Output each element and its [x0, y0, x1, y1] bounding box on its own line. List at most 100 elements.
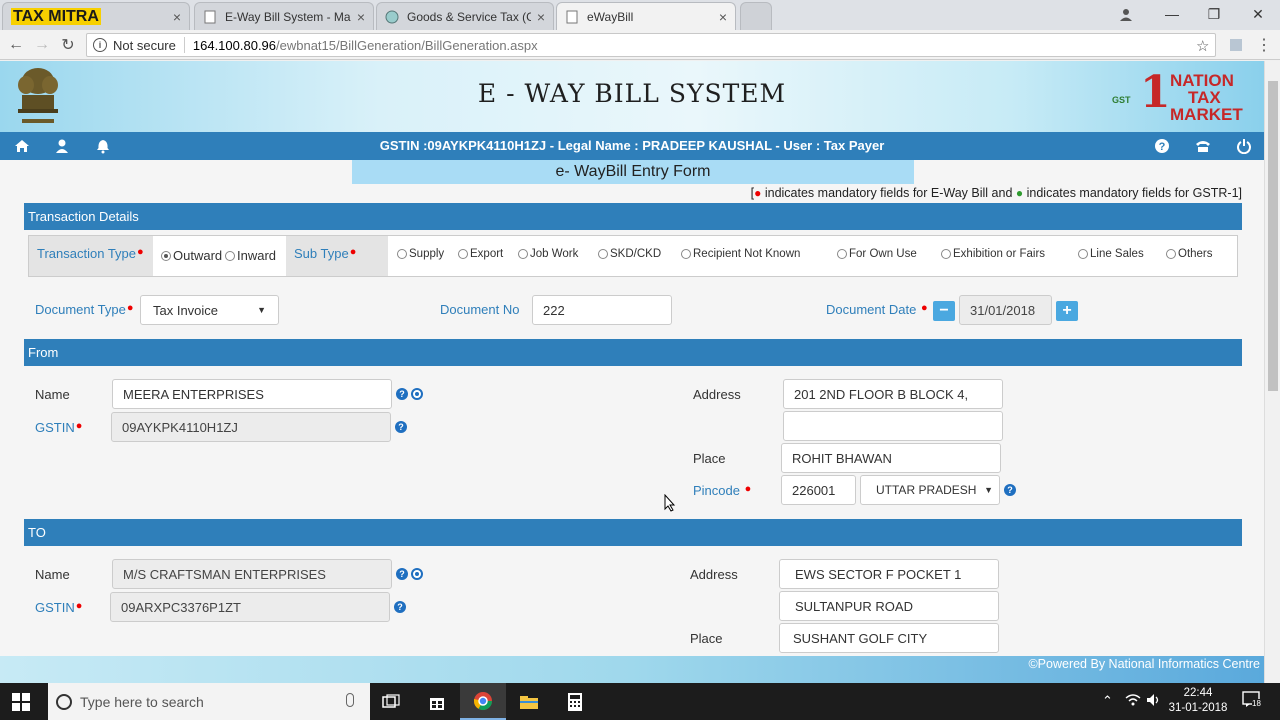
- header-banner: E - WAY BILL SYSTEM 1 GST NATION TAX MAR…: [0, 61, 1264, 132]
- radio-skd-ckd[interactable]: SKD/CKD: [598, 248, 661, 260]
- url-host: 164.100.80.96: [192, 37, 277, 53]
- document-icon: [203, 10, 217, 24]
- page-content: E - WAY BILL SYSTEM 1 GST NATION TAX MAR…: [0, 61, 1264, 656]
- search-party-icon[interactable]: [411, 388, 423, 400]
- from-gstin-label: GSTIN●: [35, 420, 83, 435]
- radio-for-own-use[interactable]: For Own Use: [837, 248, 917, 260]
- clock-time: 22:44: [1183, 687, 1213, 699]
- taskbar-search-input[interactable]: Type here to search: [48, 683, 370, 720]
- phone-icon[interactable]: [1195, 138, 1211, 154]
- tab-tax-mitra[interactable]: TAX MITRA ×: [2, 2, 190, 30]
- radio-job-work[interactable]: Job Work: [518, 248, 578, 260]
- radio-others[interactable]: Others: [1166, 248, 1213, 260]
- from-pincode-input[interactable]: 226001: [781, 475, 856, 505]
- radio-export[interactable]: Export: [458, 248, 503, 260]
- volume-icon[interactable]: [1146, 693, 1162, 710]
- file-explorer-icon[interactable]: [506, 683, 552, 720]
- url-input[interactable]: i Not secure 164.100.80.96/ewbnat15/Bill…: [86, 33, 1216, 57]
- browser-tab-bar: TAX MITRA × E-Way Bill System - Main × G…: [0, 0, 1280, 30]
- tab-gst[interactable]: Goods & Service Tax (GS ×: [376, 2, 554, 30]
- tab-eway-main[interactable]: E-Way Bill System - Main ×: [194, 2, 374, 30]
- to-gstin-input[interactable]: 09ARXPC3376P1ZT: [110, 592, 390, 622]
- sub-type-label: Sub Type●: [286, 236, 388, 276]
- to-name-input[interactable]: M/S CRAFTSMAN ENTERPRISES: [112, 559, 392, 589]
- close-icon[interactable]: ×: [173, 9, 181, 25]
- profile-icon[interactable]: [1104, 0, 1148, 28]
- scrollbar-thumb[interactable]: [1268, 81, 1278, 391]
- back-icon[interactable]: ←: [6, 35, 26, 55]
- from-address-label: Address: [693, 387, 741, 402]
- new-tab-button[interactable]: [740, 2, 772, 30]
- tab-title: Goods & Service Tax (GS: [407, 9, 531, 24]
- section-from: From: [24, 339, 1242, 366]
- forward-icon[interactable]: →: [32, 35, 52, 55]
- chrome-icon[interactable]: [460, 683, 506, 720]
- notification-icon[interactable]: 18: [1242, 691, 1262, 712]
- help-icon[interactable]: ?: [396, 388, 408, 400]
- transaction-type-label: Transaction Type●: [29, 236, 153, 276]
- bookmark-star-icon[interactable]: ☆: [1196, 37, 1209, 55]
- close-icon[interactable]: ×: [537, 9, 545, 25]
- powered-by-text: ©Powered By National Informatics Centre: [1028, 657, 1260, 671]
- date-decrement-button[interactable]: −: [933, 301, 955, 321]
- to-place-label: Place: [690, 631, 723, 646]
- transaction-type-row: Transaction Type● Outward Inward Sub Typ…: [28, 235, 1238, 277]
- wifi-icon[interactable]: [1125, 693, 1141, 710]
- from-name-input[interactable]: MEERA ENTERPRISES: [112, 379, 392, 409]
- footer-bar: ©Powered By National Informatics Centre: [0, 656, 1264, 683]
- document-date-label: Document Date ●: [826, 302, 928, 317]
- close-window-icon[interactable]: ✕: [1236, 0, 1280, 28]
- document-date-input[interactable]: 31/01/2018: [959, 295, 1052, 325]
- from-gstin-input[interactable]: 09AYKPK4110H1ZJ: [111, 412, 391, 442]
- reload-icon[interactable]: ↻: [58, 35, 78, 55]
- to-address-line1-input[interactable]: EWS SECTOR F POCKET 1: [779, 559, 999, 589]
- page-scrollbar[interactable]: [1264, 61, 1280, 683]
- gstin-user-line: GSTIN :09AYKPK4110H1ZJ - Legal Name : PR…: [379, 138, 885, 153]
- document-type-select[interactable]: Tax Invoice ▼: [140, 295, 279, 325]
- from-address-line2-input[interactable]: [783, 411, 1003, 441]
- from-state-select[interactable]: UTTAR PRADESH ▼: [860, 475, 1000, 505]
- microphone-icon[interactable]: [346, 693, 354, 707]
- radio-supply[interactable]: Supply: [397, 248, 444, 260]
- document-no-input[interactable]: 222: [532, 295, 672, 325]
- from-place-input[interactable]: ROHIT BHAWAN: [781, 443, 1001, 473]
- menu-icon[interactable]: ⋮: [1254, 35, 1274, 55]
- user-info-bar: GSTIN :09AYKPK4110H1ZJ - Legal Name : PR…: [0, 132, 1264, 160]
- tab-title: eWayBill: [587, 9, 634, 24]
- from-address-line1-input[interactable]: 201 2ND FLOOR B BLOCK 4,: [783, 379, 1003, 409]
- radio-exhibition-or-fairs[interactable]: Exhibition or Fairs: [941, 248, 1045, 260]
- divider: [183, 37, 185, 53]
- radio-outward[interactable]: Outward: [161, 248, 222, 263]
- close-icon[interactable]: ×: [357, 9, 365, 25]
- help-icon[interactable]: ?: [394, 601, 406, 613]
- to-place-input[interactable]: SUSHANT GOLF CITY: [779, 623, 999, 653]
- help-icon[interactable]: ?: [395, 421, 407, 433]
- radio-inward[interactable]: Inward: [225, 248, 276, 263]
- document-type-label: Document Type●: [35, 302, 134, 317]
- date-increment-button[interactable]: +: [1056, 301, 1078, 321]
- tab-ewaybill[interactable]: eWayBill ×: [556, 2, 736, 30]
- help-icon[interactable]: ?: [1154, 138, 1170, 154]
- to-address-label: Address: [690, 567, 738, 582]
- radio-line-sales[interactable]: Line Sales: [1078, 248, 1144, 260]
- help-icon[interactable]: ?: [396, 568, 408, 580]
- to-address-line2-input[interactable]: SULTANPUR ROAD: [779, 591, 999, 621]
- power-icon[interactable]: [1236, 138, 1252, 155]
- windows-start-icon[interactable]: [12, 693, 30, 711]
- help-icon[interactable]: ?: [1004, 484, 1016, 496]
- extension-icon[interactable]: [1226, 35, 1246, 55]
- task-view-icon[interactable]: [368, 683, 414, 720]
- system-clock[interactable]: 22:44 31-01-2018: [1162, 686, 1234, 716]
- chevron-up-icon[interactable]: ⌃: [1102, 693, 1113, 709]
- radio-recipient-not-known[interactable]: Recipient Not Known: [681, 248, 800, 260]
- clock-date: 31-01-2018: [1168, 702, 1228, 714]
- section-to: TO: [24, 519, 1242, 546]
- store-icon[interactable]: [414, 683, 460, 720]
- restore-icon[interactable]: ❐: [1192, 0, 1236, 28]
- from-place-label: Place: [693, 451, 726, 466]
- search-party-icon[interactable]: [411, 568, 423, 580]
- info-icon[interactable]: i: [93, 38, 107, 52]
- close-icon[interactable]: ×: [719, 9, 727, 25]
- calculator-icon[interactable]: [552, 683, 598, 720]
- minimize-icon[interactable]: —: [1150, 0, 1194, 28]
